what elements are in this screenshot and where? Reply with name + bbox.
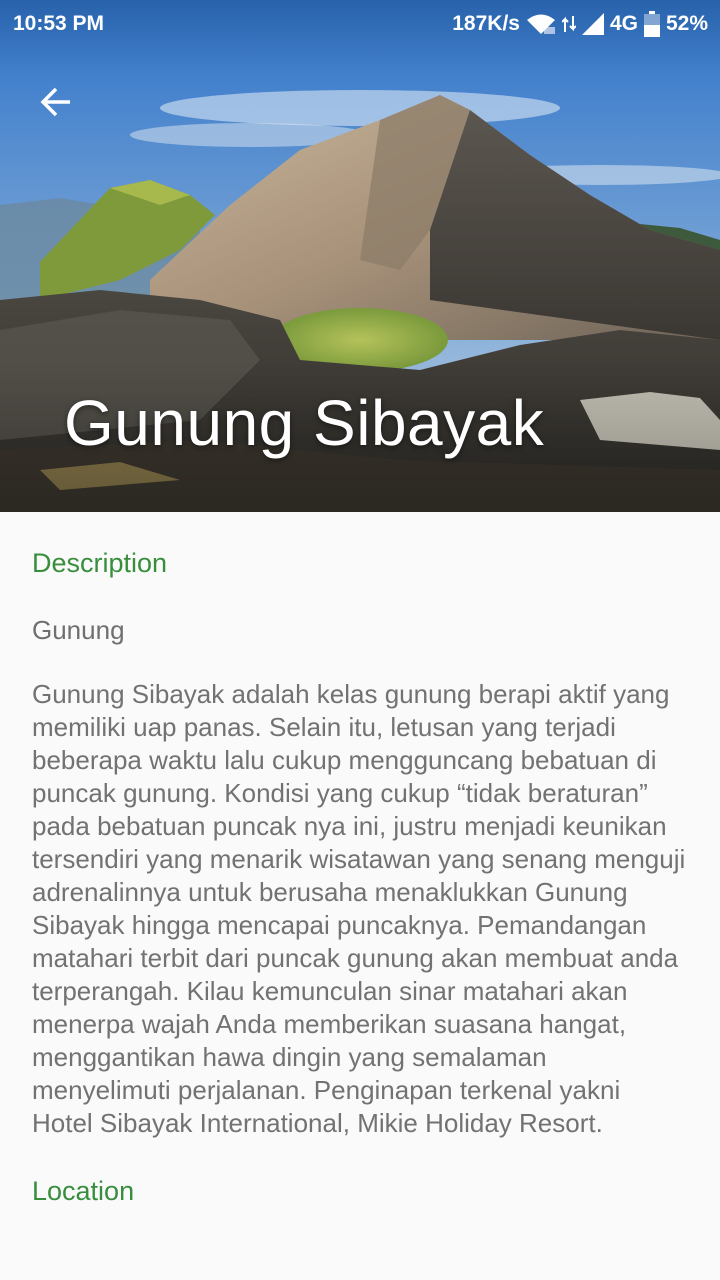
status-time: 10:53 PM [13,12,105,35]
description-heading: Description [32,548,168,578]
back-button[interactable] [24,76,88,132]
page-title: Gunung Sibayak [64,387,545,459]
location-heading: Location [32,1176,135,1206]
status-bar: 10:53 PM 187K/s 4G 52% [0,0,720,48]
network-type: 4G [609,12,638,35]
detail-screen: 10:53 PM 187K/s 4G 52% Gunung Sibayak De… [0,0,720,1280]
battery-level: 52% [665,12,708,35]
data-arrows-icon [561,14,576,34]
category-label: Gunung [32,615,125,645]
description-text: Gunung Sibayak adalah kelas gunung berap… [32,679,686,1138]
battery-icon [643,11,660,37]
wifi-icon [526,13,556,35]
network-speed: 187K/s [452,12,520,35]
arrow-left-icon [40,86,72,122]
detail-content: Description Gunung Gunung Sibayak adalah… [32,512,692,1207]
signal-icon [581,13,604,35]
status-indicators: 187K/s 4G 52% [452,11,708,37]
